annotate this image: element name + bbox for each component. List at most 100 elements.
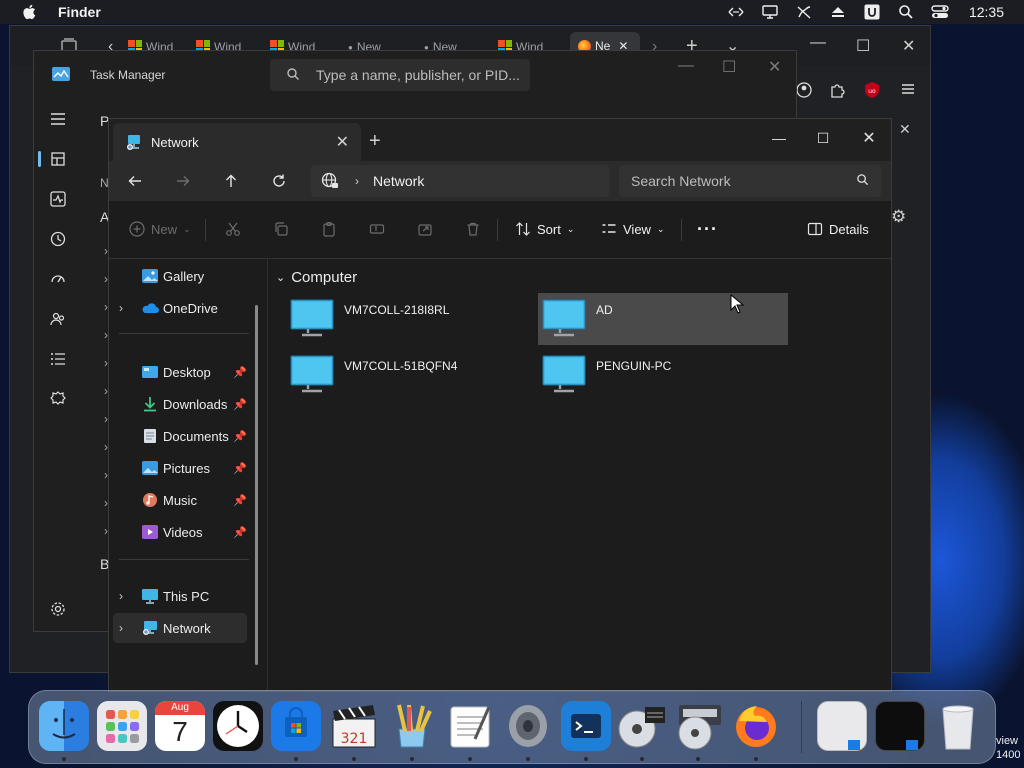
explorer-close-icon[interactable]: ✕	[847, 125, 891, 151]
computer-item[interactable]: AD	[538, 293, 788, 345]
launchpad-app-icon[interactable]	[97, 701, 147, 751]
address-breadcrumb[interactable]: › Network	[311, 165, 609, 197]
sort-button[interactable]: Sort ⌄	[515, 221, 574, 237]
eject-icon[interactable]	[821, 0, 855, 24]
group-header-computer[interactable]: ⌄ Computer	[276, 269, 357, 286]
chevron-right-icon[interactable]: ›	[119, 589, 123, 603]
explorer-tab-network[interactable]: Network ✕	[113, 123, 361, 161]
details-pane-button[interactable]: Details	[807, 221, 869, 237]
up-arrow-icon[interactable]	[217, 169, 245, 193]
paste-button[interactable]	[321, 221, 337, 237]
textedit-app-icon[interactable]	[445, 701, 495, 751]
paintbrush-app-icon[interactable]	[387, 701, 437, 751]
rename-button[interactable]	[369, 221, 385, 237]
tm-details-icon[interactable]	[40, 341, 76, 377]
tm-performance-icon[interactable]	[40, 181, 76, 217]
extensions-icon[interactable]	[828, 81, 846, 99]
user-u-icon[interactable]	[855, 0, 889, 24]
forward-arrow-icon[interactable]	[169, 169, 197, 193]
tm-minimize-icon[interactable]: —	[678, 57, 694, 75]
apple-icon[interactable]	[22, 4, 36, 20]
display-icon[interactable]	[753, 0, 787, 24]
browser-maximize-icon[interactable]: ☐	[856, 36, 870, 56]
menubar-clock[interactable]: 12:35	[969, 4, 1004, 20]
pin-icon[interactable]: 📌	[233, 398, 247, 411]
sidebar-scrollbar[interactable]	[255, 305, 258, 665]
pin-icon[interactable]: 📌	[233, 462, 247, 475]
cut-button[interactable]	[225, 221, 241, 237]
background-settings-gear-icon[interactable]: ⚙	[891, 207, 906, 227]
chevron-right-icon[interactable]: ›	[119, 301, 123, 315]
sidebar-item-documents[interactable]: Documents 📌	[109, 421, 249, 451]
share-button[interactable]	[417, 221, 433, 237]
sidebar-item-onedrive[interactable]: › OneDrive	[109, 293, 249, 323]
new-button[interactable]: New ⌄	[129, 221, 191, 237]
more-options-icon[interactable]: ···	[697, 219, 718, 240]
chevron-right-icon[interactable]: ›	[119, 621, 123, 635]
computer-item[interactable]: VM7COLL-51BQFN4	[286, 349, 536, 401]
clapperboard-app-icon[interactable]: 321	[329, 701, 379, 751]
task-manager-search-input[interactable]: Type a name, publisher, or PID...	[270, 59, 530, 91]
ublock-icon[interactable]: uo	[864, 81, 880, 99]
file-explorer-window: Network ✕ + — ☐ ✕ › Network Search Netwo…	[108, 118, 892, 692]
copy-button[interactable]	[273, 221, 289, 237]
close-tab-icon[interactable]: ✕	[336, 132, 349, 152]
microsoft-store-app-icon[interactable]	[271, 701, 321, 751]
speaker-app-icon[interactable]	[503, 701, 553, 751]
tm-settings-gear-icon[interactable]	[40, 591, 76, 627]
sidebar-item-pictures[interactable]: Pictures 📌	[109, 453, 249, 483]
pin-icon[interactable]: 📌	[233, 366, 247, 379]
active-app-name[interactable]: Finder	[58, 4, 101, 20]
minimized-window-thumbnail[interactable]	[817, 701, 867, 751]
sidebar-item-downloads[interactable]: Downloads 📌	[109, 389, 249, 419]
sidebar-item-network[interactable]: › Network	[113, 613, 247, 643]
sidebar-item-gallery[interactable]: Gallery	[109, 261, 249, 291]
clock-app-icon[interactable]	[213, 701, 263, 751]
finder-app-icon[interactable]	[39, 701, 89, 751]
dvd-player-app-icon[interactable]	[673, 701, 723, 751]
search-network-input[interactable]: Search Network	[619, 165, 881, 197]
terminal-app-icon[interactable]	[561, 701, 611, 751]
delete-button[interactable]	[465, 221, 481, 237]
breadcrumb-network[interactable]: Network	[373, 173, 424, 189]
sidebar-item-this-pc[interactable]: › This PC	[109, 581, 249, 611]
sidebar-item-videos[interactable]: Videos 📌	[109, 517, 249, 547]
pin-icon[interactable]: 📌	[233, 430, 247, 443]
calendar-app-icon[interactable]: Aug 7	[155, 701, 205, 751]
view-button[interactable]: View ⌄	[601, 221, 665, 237]
tm-close-icon[interactable]: ✕	[768, 57, 781, 77]
pin-icon[interactable]: 📌	[233, 494, 247, 507]
new-tab-icon[interactable]: +	[369, 130, 381, 153]
audio-muted-icon[interactable]	[787, 0, 821, 24]
minimized-window-thumbnail[interactable]	[875, 701, 925, 751]
pin-icon[interactable]: 📌	[233, 526, 247, 539]
tm-app-history-icon[interactable]	[40, 221, 76, 257]
disc-burner-app-icon[interactable]	[617, 701, 667, 751]
background-close-icon[interactable]: ✕	[899, 121, 911, 138]
browser-minimize-icon[interactable]: —	[810, 34, 826, 52]
trash-app-icon[interactable]	[933, 701, 983, 751]
breadcrumb-chevron-icon[interactable]: ›	[355, 174, 359, 188]
tm-services-icon[interactable]	[40, 381, 76, 417]
tm-processes-icon[interactable]	[38, 141, 76, 177]
menu-hamburger-icon[interactable]	[900, 81, 916, 97]
account-icon[interactable]	[796, 82, 812, 98]
spotlight-search-icon[interactable]	[889, 0, 923, 24]
explorer-maximize-icon[interactable]: ☐	[801, 125, 845, 151]
firefox-app-icon[interactable]	[731, 701, 781, 751]
explorer-minimize-icon[interactable]: —	[757, 125, 801, 151]
remote-desktop-icon[interactable]	[719, 0, 753, 24]
tm-hamburger-icon[interactable]	[40, 101, 76, 137]
sidebar-item-desktop[interactable]: Desktop 📌	[109, 357, 249, 387]
computer-item[interactable]: VM7COLL-218I8RL	[286, 293, 536, 345]
chevron-down-icon[interactable]: ⌄	[276, 271, 285, 284]
computer-item[interactable]: PENGUIN-PC	[538, 349, 788, 401]
back-arrow-icon[interactable]	[121, 169, 149, 193]
tm-maximize-icon[interactable]: ☐	[722, 57, 736, 77]
sidebar-item-music[interactable]: Music 📌	[109, 485, 249, 515]
browser-close-icon[interactable]: ✕	[902, 36, 915, 56]
tm-startup-icon[interactable]	[40, 261, 76, 297]
refresh-icon[interactable]	[265, 169, 293, 193]
control-center-icon[interactable]	[923, 0, 957, 24]
tm-users-icon[interactable]	[40, 301, 76, 337]
